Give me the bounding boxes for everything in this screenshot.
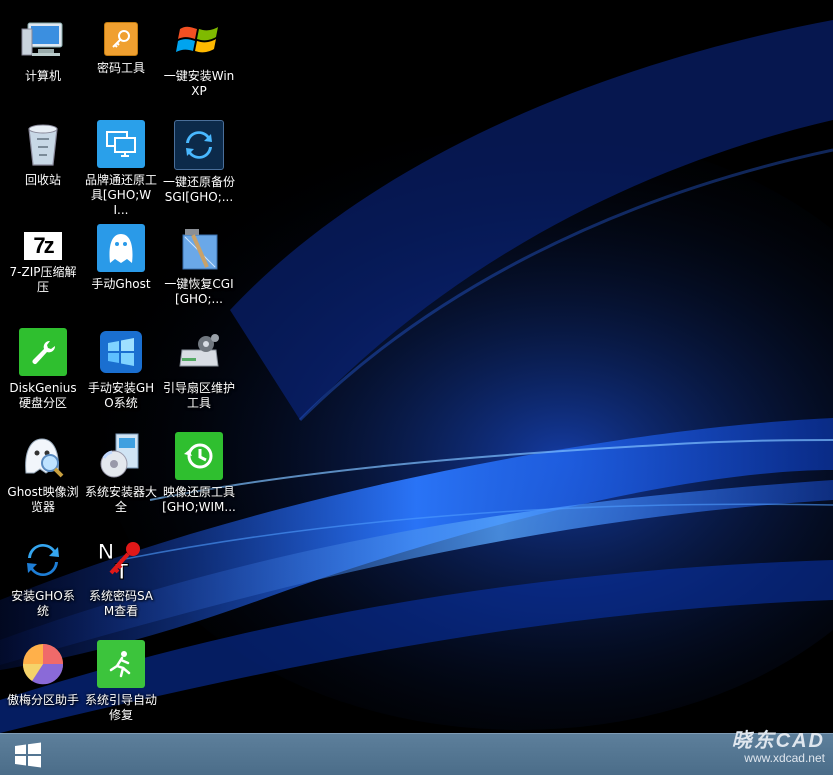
wrench-icon xyxy=(19,328,67,376)
watermark-title: 晓东CAD xyxy=(731,730,825,752)
start-button[interactable] xyxy=(8,740,48,770)
7zip-icon: 7z xyxy=(24,232,62,260)
desktop-icon-label: 手动安装GHO系统 xyxy=(87,381,155,410)
installer-disc-icon xyxy=(97,432,145,480)
desktop-icon-label: 系统安装器大全 xyxy=(84,485,157,514)
desktop-icon-manual-install-gho[interactable]: 手动安装GHO系统 xyxy=(83,320,159,411)
watermark-url: www.xdcad.net xyxy=(744,751,825,765)
desktop-icon-diskgenius[interactable]: DiskGenius硬盘分区 xyxy=(5,320,81,411)
nt-key-icon: NT xyxy=(97,536,145,584)
desktop-icon-label: 密码工具 xyxy=(96,61,145,75)
desktop-icon-label: 一键恢复CGI[GHO;... xyxy=(164,277,234,306)
desktop-icon-label: 回收站 xyxy=(24,173,61,187)
pie-chart-icon xyxy=(19,640,67,688)
desktop-icon-label: 系统密码SAM查看 xyxy=(88,589,154,618)
watermark: 晓东CAD www.xdcad.net xyxy=(732,724,825,765)
desktop-icon-system-installer[interactable]: 系统安装器大全 xyxy=(83,424,159,515)
desktop-icon-manual-ghost[interactable]: 手动Ghost xyxy=(83,216,159,292)
computer-icon xyxy=(19,16,67,64)
desktop-icon-brand-restore[interactable]: 品牌通还原工具[GHO;WI... xyxy=(83,112,159,218)
desktop-icon-boot-sector[interactable]: 引导扇区维护工具 xyxy=(161,320,237,411)
desktop-icon-recycle-bin[interactable]: 回收站 xyxy=(5,112,81,188)
desktop-icon-label: 系统引导自动修复 xyxy=(84,693,157,722)
hard-drive-gear-icon xyxy=(175,328,223,376)
desktop-icon-label: 一键安装WinXP xyxy=(163,69,235,98)
taskbar xyxy=(0,733,833,775)
desktop-icon-label: 7-ZIP压缩解压 xyxy=(9,265,77,294)
windows-xp-icon xyxy=(175,16,223,64)
svg-text:N: N xyxy=(98,539,114,564)
desktop-icon-label: 引导扇区维护工具 xyxy=(162,381,235,410)
desktop-icon-label: Ghost映像浏览器 xyxy=(7,485,79,514)
desktop-icon-7zip[interactable]: 7z 7-ZIP压缩解压 xyxy=(5,216,81,295)
desktop-icon-label: 手动Ghost xyxy=(91,277,151,291)
windows-orb-icon xyxy=(97,328,145,376)
desktop-icon-label: 傲梅分区助手 xyxy=(6,693,79,707)
sync-arrows-icon xyxy=(19,536,67,584)
desktop-icon-label: 安装GHO系统 xyxy=(11,589,75,618)
hammer-icon xyxy=(175,224,223,272)
desktop-icon-ghost-viewer[interactable]: Ghost映像浏览器 xyxy=(5,424,81,515)
desktop-icon-sgi-backup[interactable]: 一键还原备份SGI[GHO;... xyxy=(161,112,237,205)
running-man-icon xyxy=(97,640,145,688)
desktop-icon-computer[interactable]: 计算机 xyxy=(5,8,81,84)
ghost-magnifier-icon xyxy=(19,432,67,480)
desktop-icon-password-tool[interactable]: 密码工具 xyxy=(83,8,159,76)
restore-clock-icon xyxy=(175,432,223,480)
desktop-icon-image-restore[interactable]: 映像还原工具[GHO;WIM... xyxy=(161,424,237,515)
desktop-icon-install-winxp[interactable]: 一键安装WinXP xyxy=(161,8,237,99)
desktop-icon-cgi-restore[interactable]: 一键恢复CGI[GHO;... xyxy=(161,216,237,307)
desktop-icon-sam-viewer[interactable]: NT 系统密码SAM查看 xyxy=(83,528,159,619)
key-icon xyxy=(104,22,138,56)
desktop-icon-install-gho[interactable]: 安装GHO系统 xyxy=(5,528,81,619)
desktop[interactable]: 计算机 回收站 7z 7-ZIP压缩解压 DiskGenius硬盘分区 Ghos… xyxy=(0,0,833,733)
desktop-icon-label: 计算机 xyxy=(24,69,61,83)
windows-logo-icon xyxy=(15,742,41,768)
desktop-icon-label: 一键还原备份SGI[GHO;... xyxy=(162,175,235,204)
recycle-bin-icon xyxy=(19,120,67,168)
desktop-icon-label: DiskGenius硬盘分区 xyxy=(9,381,77,410)
ghost-icon xyxy=(97,224,145,272)
desktop-icon-boot-repair[interactable]: 系统引导自动修复 xyxy=(83,632,159,723)
desktop-icon-aomei[interactable]: 傲梅分区助手 xyxy=(5,632,81,708)
desktop-icon-label: 品牌通还原工具[GHO;WI... xyxy=(84,173,157,217)
desktop-icon-label: 映像还原工具[GHO;WIM... xyxy=(162,485,236,514)
refresh-icon xyxy=(174,120,224,170)
monitor-icon xyxy=(97,120,145,168)
